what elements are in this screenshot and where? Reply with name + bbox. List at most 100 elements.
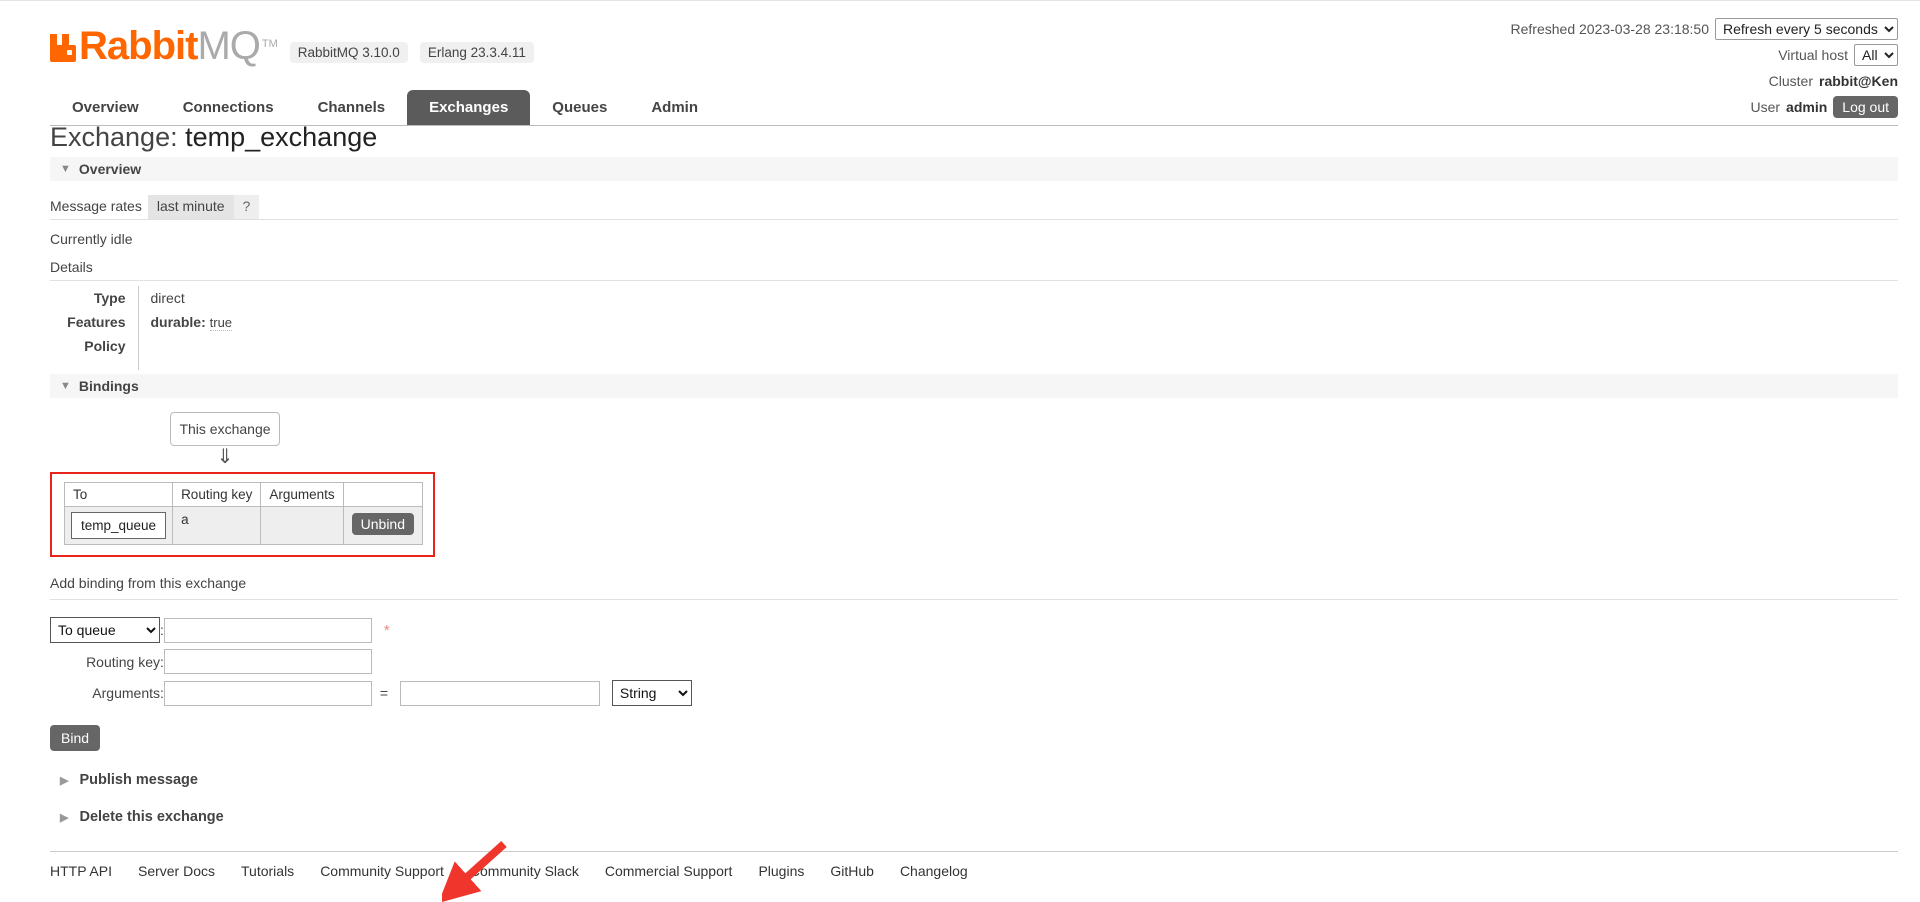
argument-key-input[interactable] bbox=[163, 680, 372, 706]
bindings-section-label: Bindings bbox=[78, 378, 139, 395]
arguments-label: Arguments: bbox=[92, 685, 164, 702]
rabbitmq-version-badge: RabbitMQ 3.10.0 bbox=[289, 42, 408, 63]
col-header-to: To bbox=[63, 482, 174, 508]
add-binding-form: To queue : * Routing key: Arguments: = S… bbox=[50, 614, 692, 709]
main-content: Exchange: temp_exchange ▼ Overview Messa… bbox=[0, 110, 1920, 902]
details-row-features: Features durable: true bbox=[50, 310, 233, 335]
refreshed-timestamp: Refreshed 2023-03-28 23:18:50 bbox=[1510, 21, 1709, 37]
details-value-features: durable: true bbox=[138, 310, 233, 334]
page-footer: HTTP API Server Docs Tutorials Community… bbox=[50, 851, 1898, 879]
footer-link-tutorials[interactable]: Tutorials bbox=[241, 863, 294, 879]
logo-trademark: TM bbox=[261, 37, 278, 50]
binding-action-cell: Unbind bbox=[342, 506, 424, 546]
form-row-arguments: Arguments: = String bbox=[50, 677, 692, 709]
binding-routing-key-cell: a bbox=[172, 506, 262, 546]
cluster-label: Cluster bbox=[1768, 73, 1813, 89]
required-asterisk: * bbox=[383, 621, 390, 639]
message-rates-row: Message rates last minute ? bbox=[50, 195, 1898, 221]
refresh-interval-select[interactable]: Refresh every 5 seconds bbox=[1715, 18, 1898, 40]
table-row: temp_queue a Unbind bbox=[63, 506, 424, 546]
erlang-version-badge: Erlang 23.3.4.11 bbox=[419, 42, 534, 63]
bindings-header-row: To Routing key Arguments bbox=[63, 482, 424, 508]
rabbitmq-logo[interactable]: Rabbit MQ TM bbox=[50, 26, 278, 66]
feature-value: true bbox=[209, 315, 233, 332]
page-title: Exchange: temp_exchange bbox=[50, 122, 1898, 153]
argument-value-cell: = String bbox=[372, 677, 692, 709]
equals-sign: = bbox=[379, 685, 389, 702]
message-rates-label: Message rates bbox=[50, 198, 142, 215]
footer-link-server-docs[interactable]: Server Docs bbox=[138, 863, 215, 879]
page-header: Rabbit MQ TM RabbitMQ 3.10.0 Erlang 23.3.4… bbox=[0, 4, 1920, 126]
routing-key-input[interactable] bbox=[163, 649, 372, 675]
page-title-exchange-name: temp_exchange bbox=[185, 122, 378, 152]
routing-key-input-cell bbox=[163, 646, 372, 677]
details-label: Details bbox=[50, 259, 1898, 282]
delete-exchange-label: Delete this exchange bbox=[79, 809, 224, 826]
details-value-type: direct bbox=[150, 290, 185, 307]
col-header-arguments: Arguments bbox=[260, 482, 344, 508]
details-value-policy bbox=[138, 334, 232, 370]
binding-destination-cell: temp_queue bbox=[63, 506, 174, 546]
spacer-cell bbox=[372, 646, 692, 677]
queue-link[interactable]: temp_queue bbox=[71, 512, 167, 540]
footer-link-http-api[interactable]: HTTP API bbox=[50, 863, 112, 879]
cluster-row: Cluster rabbit@Ken bbox=[1511, 70, 1898, 92]
bindings-highlight-box: To Routing key Arguments temp_queue a Un… bbox=[50, 472, 436, 558]
bindings-section-header[interactable]: ▼ Bindings bbox=[50, 374, 1898, 399]
chevron-down-icon: ▼ bbox=[60, 380, 71, 393]
destination-type-select[interactable]: To queue bbox=[50, 617, 160, 644]
exchange-details-table: Type direct Features durable: true Polic… bbox=[50, 286, 233, 371]
bindings-table: To Routing key Arguments temp_queue a Un… bbox=[63, 482, 424, 546]
details-row-policy: Policy bbox=[50, 334, 232, 371]
footer-link-community-slack[interactable]: Community Slack bbox=[470, 863, 579, 879]
feature-key: durable: bbox=[150, 314, 206, 331]
footer-links: HTTP API Server Docs Tutorials Community… bbox=[50, 863, 1898, 879]
publish-message-section[interactable]: ▶ Publish message bbox=[50, 772, 1898, 788]
vhost-row: Virtual host All bbox=[1511, 44, 1898, 66]
destination-input-cell bbox=[163, 614, 372, 646]
add-binding-title: Add binding from this exchange bbox=[50, 575, 1898, 601]
vhost-label: Virtual host bbox=[1778, 47, 1848, 63]
footer-link-commercial-support[interactable]: Commercial Support bbox=[605, 863, 733, 879]
overview-section-header[interactable]: ▼ Overview bbox=[50, 157, 1898, 182]
destination-input[interactable] bbox=[163, 617, 372, 643]
bindings-diagram: This exchange ⇓ To Routing key Arguments… bbox=[50, 412, 1898, 902]
refresh-row: Refreshed 2023-03-28 23:18:50 Refresh ev… bbox=[1511, 18, 1898, 40]
brand-area: Rabbit MQ TM RabbitMQ 3.10.0 Erlang 23.3.4… bbox=[50, 26, 534, 66]
binding-arguments-cell bbox=[260, 506, 344, 546]
argument-value-input[interactable] bbox=[399, 680, 600, 706]
argument-key-cell bbox=[163, 677, 372, 709]
form-row-routing-key: Routing key: bbox=[50, 646, 692, 677]
cluster-value: rabbit@Ken bbox=[1819, 73, 1898, 89]
this-exchange-node[interactable]: This exchange bbox=[170, 412, 280, 447]
rabbitmq-mark-icon bbox=[50, 34, 76, 62]
col-header-routing-key: Routing key bbox=[172, 482, 262, 508]
rate-period-tab[interactable]: last minute bbox=[147, 195, 234, 220]
footer-link-changelog[interactable]: Changelog bbox=[900, 863, 968, 879]
destination-label-cell: To queue : bbox=[50, 614, 164, 646]
argument-type-select[interactable]: String bbox=[611, 680, 692, 707]
help-icon[interactable]: ? bbox=[233, 195, 260, 220]
details-key-type: Type bbox=[50, 286, 139, 311]
idle-status-text: Currently idle bbox=[50, 231, 133, 248]
publish-message-label: Publish message bbox=[79, 772, 198, 789]
chevron-down-icon: ▼ bbox=[60, 163, 71, 176]
vhost-select[interactable]: All bbox=[1854, 44, 1898, 66]
page-title-prefix: Exchange: bbox=[50, 122, 178, 152]
delete-exchange-section[interactable]: ▶ Delete this exchange bbox=[50, 809, 1898, 825]
logo-text-secondary: MQ bbox=[197, 24, 260, 68]
unbind-button[interactable]: Unbind bbox=[351, 513, 415, 536]
footer-link-github[interactable]: GitHub bbox=[830, 863, 874, 879]
down-arrow-icon: ⇓ bbox=[216, 446, 234, 469]
overview-section-label: Overview bbox=[78, 161, 142, 178]
required-marker-cell: * bbox=[372, 614, 692, 646]
details-row-type: Type direct bbox=[50, 286, 232, 311]
col-header-actions bbox=[342, 482, 424, 508]
bind-button[interactable]: Bind bbox=[50, 725, 101, 752]
chevron-right-icon: ▶ bbox=[60, 774, 69, 787]
details-key-policy: Policy bbox=[50, 334, 139, 371]
logo-text-primary: Rabbit bbox=[79, 24, 198, 68]
footer-link-plugins[interactable]: Plugins bbox=[758, 863, 804, 879]
routing-key-label: Routing key: bbox=[86, 653, 164, 670]
footer-link-community-support[interactable]: Community Support bbox=[320, 863, 444, 879]
